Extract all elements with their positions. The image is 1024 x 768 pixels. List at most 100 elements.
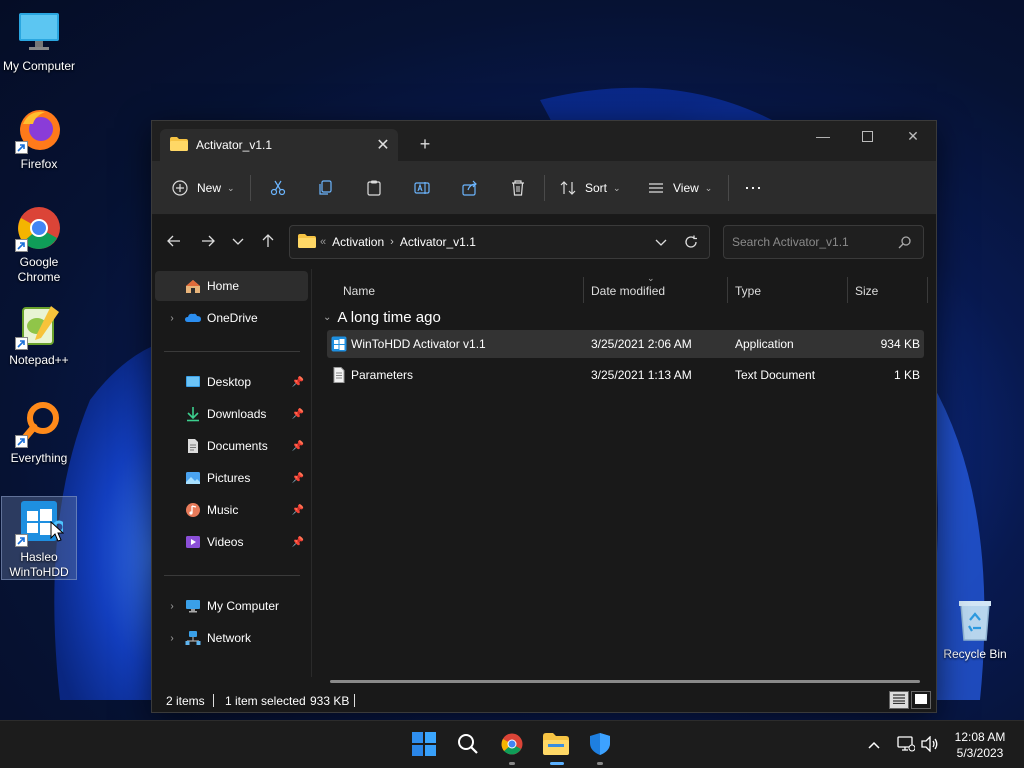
group-header[interactable]: ⌄ A long time ago bbox=[323, 306, 441, 328]
horizontal-scrollbar[interactable] bbox=[330, 680, 920, 683]
paste-button[interactable] bbox=[366, 172, 382, 204]
new-button[interactable]: New ⌄ bbox=[172, 172, 235, 204]
taskbar-explorer-button[interactable] bbox=[538, 729, 574, 761]
arrow-right-icon bbox=[201, 235, 215, 250]
file-date: 3/25/2021 1:13 AM bbox=[591, 368, 692, 382]
back-button[interactable] bbox=[160, 230, 188, 254]
column-header-type[interactable]: Type bbox=[727, 277, 847, 305]
sidebar-item-network[interactable]: › Network bbox=[155, 623, 308, 653]
sidebar-item-downloads[interactable]: Downloads 📌 bbox=[155, 399, 308, 429]
file-size: 934 KB bbox=[880, 337, 920, 351]
download-arrow-icon bbox=[185, 406, 201, 422]
desktop-icon-everything[interactable]: Everything bbox=[1, 400, 77, 466]
recent-locations-button[interactable] bbox=[224, 230, 252, 254]
shortcut-arrow-icon bbox=[15, 534, 28, 547]
pin-icon[interactable]: 📌 bbox=[292, 505, 304, 516]
minimize-button[interactable]: — bbox=[800, 121, 846, 151]
new-tab-button[interactable]: + bbox=[410, 131, 440, 157]
breadcrumb-chevron-icon[interactable]: › bbox=[390, 236, 394, 248]
sidebar-item-pictures[interactable]: Pictures 📌 bbox=[155, 463, 308, 493]
column-header-label: Size bbox=[855, 284, 879, 298]
desktop-icon-firefox[interactable]: Firefox bbox=[1, 106, 77, 172]
ellipsis-icon: ⋯ bbox=[744, 177, 763, 198]
desktop-icon-label: Google Chrome bbox=[17, 255, 61, 284]
address-dropdown-icon[interactable] bbox=[655, 236, 667, 250]
monitor-icon bbox=[185, 598, 201, 614]
column-header-size[interactable]: Size bbox=[847, 277, 927, 305]
pin-icon[interactable]: 📌 bbox=[292, 377, 304, 388]
desktop-icon-chrome[interactable]: Google Chrome bbox=[1, 204, 77, 285]
scissors-icon bbox=[270, 180, 286, 196]
sidebar-item-my-computer[interactable]: › My Computer bbox=[155, 591, 308, 621]
chrome-icon bbox=[500, 732, 524, 759]
up-button[interactable] bbox=[254, 230, 282, 254]
address-bar[interactable]: « Activation › Activator_v1.1 bbox=[289, 225, 710, 259]
file-type: Application bbox=[735, 337, 794, 351]
sort-button[interactable]: Sort ⌄ bbox=[560, 172, 621, 204]
details-view-button[interactable] bbox=[889, 691, 909, 709]
pin-icon[interactable]: 📌 bbox=[292, 537, 304, 548]
breadcrumb-activation[interactable]: Activation bbox=[332, 235, 384, 249]
column-header-label: Type bbox=[735, 284, 762, 298]
tab-activator[interactable]: Activator_v1.1 ✕ bbox=[160, 129, 398, 161]
chevron-right-icon[interactable]: › bbox=[163, 633, 181, 644]
pin-icon[interactable]: 📌 bbox=[292, 409, 304, 420]
copy-button[interactable] bbox=[318, 172, 334, 204]
refresh-icon[interactable] bbox=[684, 235, 698, 252]
volume-tray-button[interactable] bbox=[920, 734, 940, 755]
large-icons-view-button[interactable] bbox=[911, 691, 931, 709]
sidebar-item-label: Downloads bbox=[207, 407, 267, 421]
sidebar-item-label: Home bbox=[207, 279, 240, 293]
desktop-icon-notepadpp[interactable]: Notepad++ bbox=[1, 302, 77, 368]
desktop-icon-my-computer[interactable]: My Computer bbox=[1, 8, 77, 74]
taskbar-search-button[interactable] bbox=[450, 729, 486, 761]
file-row[interactable]: Parameters 3/25/2021 1:13 AM Text Docume… bbox=[327, 361, 924, 389]
chevron-right-icon[interactable]: › bbox=[163, 313, 181, 324]
sidebar-item-music[interactable]: Music 📌 bbox=[155, 495, 308, 525]
sidebar-item-onedrive[interactable]: › OneDrive bbox=[155, 303, 308, 333]
view-button[interactable]: View ⌄ bbox=[648, 172, 712, 204]
pin-icon[interactable]: 📌 bbox=[292, 441, 304, 452]
file-row[interactable]: WinToHDD Activator v1.1 3/25/2021 2:06 A… bbox=[327, 330, 924, 358]
sidebar-item-videos[interactable]: Videos 📌 bbox=[155, 527, 308, 557]
desktop-icon-label: Hasleo WinToHDD bbox=[9, 550, 69, 579]
share-button[interactable] bbox=[462, 172, 478, 204]
arrow-left-icon bbox=[167, 235, 181, 250]
start-button[interactable] bbox=[406, 729, 442, 761]
rename-icon bbox=[414, 180, 430, 196]
taskbar-chrome-button[interactable] bbox=[494, 729, 530, 761]
show-hidden-icons-button[interactable] bbox=[864, 735, 884, 755]
column-header-name[interactable]: Name bbox=[335, 277, 585, 305]
cut-button[interactable] bbox=[270, 172, 286, 204]
search-input[interactable] bbox=[732, 235, 892, 249]
clock-time: 12:08 AM bbox=[954, 730, 1006, 744]
maximize-button[interactable] bbox=[844, 121, 890, 151]
search-icon bbox=[457, 733, 479, 758]
desktop-icon-wintohdd[interactable]: Hasleo WinToHDD bbox=[1, 496, 77, 580]
sidebar-item-desktop[interactable]: Desktop 📌 bbox=[155, 367, 308, 397]
breadcrumb-activator[interactable]: Activator_v1.1 bbox=[400, 235, 476, 249]
sidebar-item-documents[interactable]: Documents 📌 bbox=[155, 431, 308, 461]
chevron-right-icon[interactable]: › bbox=[163, 601, 181, 612]
network-tray-button[interactable] bbox=[896, 735, 916, 755]
plus-circle-icon bbox=[172, 180, 188, 196]
overflow-chevron-icon[interactable]: « bbox=[320, 236, 326, 248]
sidebar-item-label: Documents bbox=[207, 439, 268, 453]
column-divider[interactable] bbox=[927, 277, 928, 303]
pin-icon[interactable]: 📌 bbox=[292, 473, 304, 484]
recycle-bin-icon bbox=[951, 596, 999, 644]
sidebar-item-home[interactable]: Home bbox=[155, 271, 308, 301]
clock[interactable]: 12:08 AM 5/3/2023 bbox=[948, 729, 1012, 761]
delete-button[interactable] bbox=[510, 172, 526, 204]
more-options-button[interactable]: ⋯ bbox=[744, 172, 763, 204]
close-window-button[interactable]: ✕ bbox=[890, 121, 936, 151]
search-box[interactable] bbox=[723, 225, 924, 259]
rename-button[interactable] bbox=[414, 172, 430, 204]
taskbar-security-button[interactable] bbox=[582, 729, 618, 761]
taskbar: 12:08 AM 5/3/2023 bbox=[0, 720, 1024, 768]
forward-button[interactable] bbox=[194, 230, 222, 254]
column-header-date[interactable]: Date modified ⌄ bbox=[583, 273, 727, 305]
close-tab-icon[interactable]: ✕ bbox=[368, 133, 398, 157]
desktop-icon-recycle-bin[interactable]: Recycle Bin bbox=[937, 596, 1013, 662]
clock-date: 5/3/2023 bbox=[956, 746, 1004, 760]
